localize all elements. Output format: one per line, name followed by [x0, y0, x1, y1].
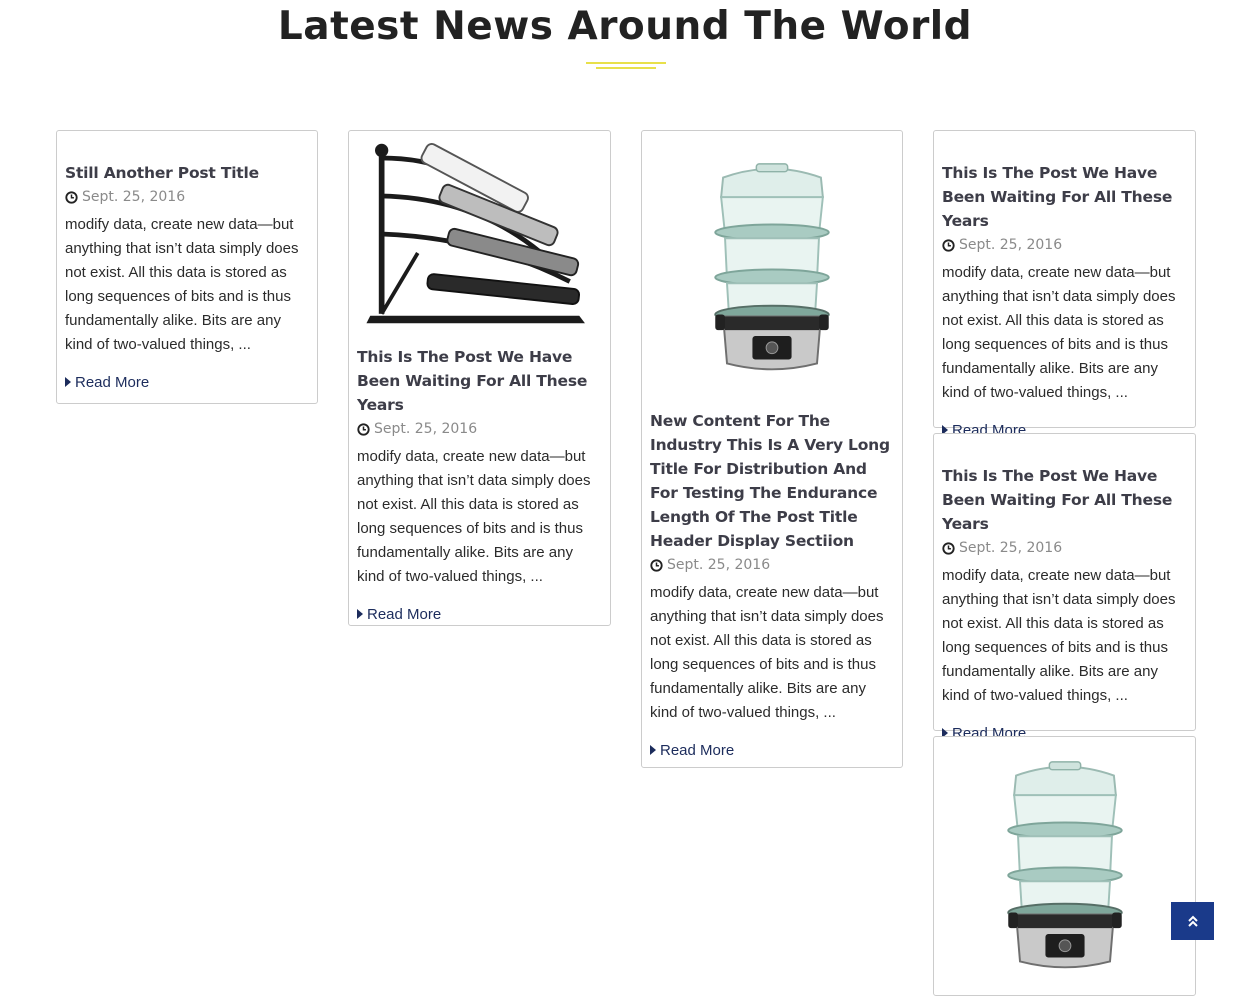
post-date-text: Sept. 25, 2016: [374, 421, 478, 437]
post-title[interactable]: This Is The Post We Have Been Waiting Fo…: [942, 161, 1187, 233]
news-card: This Is The Post We Have Been Waiting Fo…: [348, 130, 611, 626]
caret-right-icon: [650, 745, 656, 755]
food-steamer-image[interactable]: [650, 139, 894, 383]
caret-right-icon: [357, 609, 363, 619]
post-date: Sept. 25, 2016: [942, 537, 1187, 559]
clock-icon: [357, 423, 370, 436]
post-date-text: Sept. 25, 2016: [82, 189, 186, 205]
scroll-to-top-button[interactable]: [1171, 902, 1214, 940]
food-steamer-graphic: [652, 158, 892, 383]
clock-icon: [942, 542, 955, 555]
clock-icon: [650, 559, 663, 572]
news-card: New Content For The Industry This Is A V…: [641, 130, 903, 768]
read-more-link[interactable]: Read More: [650, 739, 894, 761]
post-excerpt: modify data, create new data—but anythin…: [357, 448, 591, 585]
read-more-label: Read More: [367, 605, 442, 623]
clock-icon: [942, 239, 955, 252]
post-date-text: Sept. 25, 2016: [667, 557, 771, 573]
post-date: Sept. 25, 2016: [357, 418, 602, 440]
remote-control-holder-image[interactable]: [357, 139, 602, 329]
post-excerpt: modify data, create new data—but anythin…: [942, 264, 1176, 401]
food-steamer-graphic: [945, 756, 1185, 981]
post-date-text: Sept. 25, 2016: [959, 237, 1063, 253]
read-more-label: Read More: [660, 741, 735, 759]
section-title: Latest News Around The World: [277, 4, 973, 49]
news-card: This Is The Post We Have Been Waiting Fo…: [933, 130, 1196, 439]
post-title[interactable]: This Is The Post We Have Been Waiting Fo…: [942, 464, 1187, 536]
clock-icon: [65, 191, 78, 204]
post-date: Sept. 25, 2016: [942, 234, 1187, 256]
post-date: Sept. 25, 2016: [65, 186, 309, 208]
title-underline: [586, 62, 666, 69]
post-date: Sept. 25, 2016: [650, 554, 894, 576]
food-steamer-image[interactable]: [942, 745, 1187, 981]
remote-control-holder-graphic: [357, 139, 602, 329]
read-more-link[interactable]: Read More: [65, 371, 309, 393]
read-more-label: Read More: [75, 373, 150, 391]
caret-right-icon: [65, 377, 71, 387]
post-excerpt: modify data, create new data—but anythin…: [65, 216, 299, 353]
post-date-text: Sept. 25, 2016: [959, 540, 1063, 556]
post-excerpt: modify data, create new data—but anythin…: [942, 567, 1176, 704]
double-chevron-up-icon: [1187, 915, 1198, 927]
news-card: Still Another Post Title Sept. 25, 2016 …: [56, 130, 318, 404]
post-title[interactable]: This Is The Post We Have Been Waiting Fo…: [357, 345, 602, 417]
post-title[interactable]: Still Another Post Title: [65, 161, 309, 185]
news-card: [933, 736, 1196, 996]
read-more-link[interactable]: Read More: [357, 603, 602, 625]
post-title[interactable]: New Content For The Industry This Is A V…: [650, 409, 894, 553]
news-card: This Is The Post We Have Been Waiting Fo…: [933, 433, 1196, 742]
post-excerpt: modify data, create new data—but anythin…: [650, 584, 884, 721]
